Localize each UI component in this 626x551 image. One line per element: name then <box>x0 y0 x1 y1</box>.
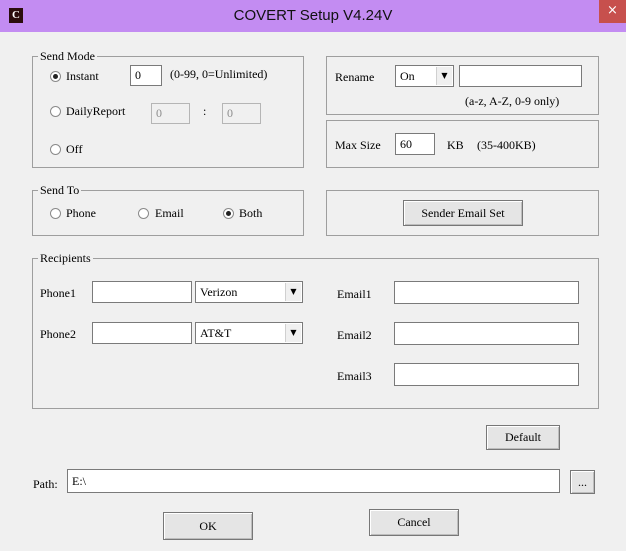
browse-button[interactable]: ... <box>570 470 595 494</box>
send-mode-legend: Send Mode <box>38 49 97 64</box>
default-button[interactable]: Default <box>486 425 560 450</box>
email3-label: Email3 <box>337 369 372 383</box>
close-button[interactable]: × <box>599 0 626 23</box>
send-to-legend: Send To <box>38 183 82 198</box>
phone2-input[interactable] <box>92 322 192 344</box>
daily-hour-input[interactable] <box>151 103 190 124</box>
phone2-carrier-select[interactable]: AT&T ▼ <box>195 322 303 344</box>
phone1-label: Phone1 <box>40 286 76 300</box>
chevron-down-icon: ▼ <box>285 283 301 301</box>
phone-radio[interactable] <box>50 208 61 219</box>
chevron-down-icon: ▼ <box>285 324 301 342</box>
email-radio[interactable] <box>138 208 149 219</box>
max-size-hint: (35-400KB) <box>477 138 536 152</box>
email2-label: Email2 <box>337 328 372 342</box>
phone-label: Phone <box>66 206 96 220</box>
instant-hint: (0-99, 0=Unlimited) <box>170 67 268 81</box>
max-size-label: Max Size <box>335 138 381 152</box>
phone1-input[interactable] <box>92 281 192 303</box>
both-radio[interactable] <box>223 208 234 219</box>
rename-hint: (a-z, A-Z, 0-9 only) <box>465 94 560 108</box>
instant-count-input[interactable] <box>130 65 162 86</box>
window-title: COVERT Setup V4.24V <box>233 7 393 24</box>
dailyreport-radio[interactable] <box>50 106 61 117</box>
both-label: Both <box>239 206 263 220</box>
off-radio[interactable] <box>50 144 61 155</box>
dailyreport-label: DailyReport <box>66 104 126 118</box>
daily-minute-input[interactable] <box>222 103 261 124</box>
max-size-unit: KB <box>447 138 464 152</box>
rename-select-value: On <box>400 69 415 83</box>
path-label: Path: <box>33 477 58 491</box>
title-bar: C COVERT Setup V4.24V × <box>0 0 626 32</box>
email-label: Email <box>155 206 184 220</box>
rename-text-input[interactable] <box>459 65 582 87</box>
rename-label: Rename <box>335 70 375 84</box>
email2-input[interactable] <box>394 322 579 345</box>
email1-input[interactable] <box>394 281 579 304</box>
max-size-input[interactable] <box>395 133 435 155</box>
rename-select[interactable]: On ▼ <box>395 65 454 87</box>
email1-label: Email1 <box>337 287 372 301</box>
email3-input[interactable] <box>394 363 579 386</box>
instant-label: Instant <box>66 69 99 83</box>
path-input[interactable] <box>67 469 560 493</box>
recipients-legend: Recipients <box>38 251 93 266</box>
instant-radio[interactable] <box>50 71 61 82</box>
phone1-carrier-value: Verizon <box>200 285 238 299</box>
ok-button[interactable]: OK <box>163 512 253 540</box>
phone2-carrier-value: AT&T <box>200 326 232 340</box>
phone1-carrier-select[interactable]: Verizon ▼ <box>195 281 303 303</box>
off-label: Off <box>66 142 83 156</box>
sender-email-set-button[interactable]: Sender Email Set <box>403 200 523 226</box>
phone2-label: Phone2 <box>40 327 76 341</box>
cancel-button[interactable]: Cancel <box>369 509 459 536</box>
chevron-down-icon: ▼ <box>436 67 452 85</box>
daily-time-separator: : <box>203 104 207 118</box>
